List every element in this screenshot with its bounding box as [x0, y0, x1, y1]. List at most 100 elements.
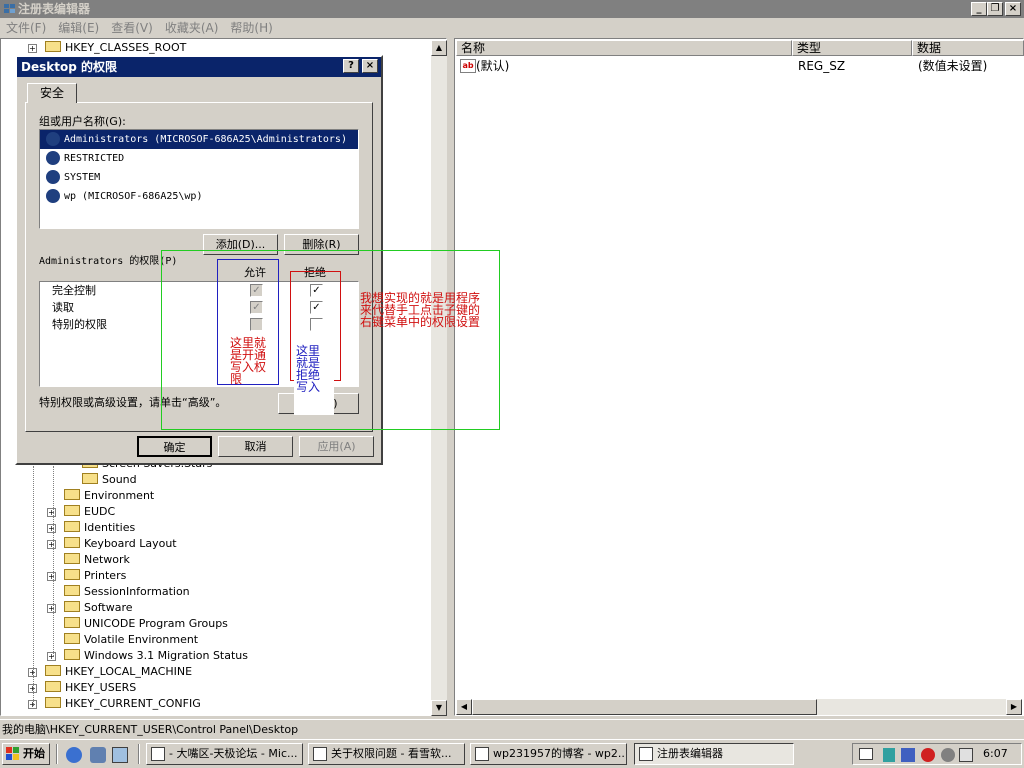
user-group-icon: [46, 132, 60, 146]
apply-button[interactable]: 应用(A): [299, 436, 374, 457]
menu-item[interactable]: 查看(V): [111, 21, 153, 35]
column-header-type[interactable]: 类型: [792, 40, 912, 56]
permission-name: 完全控制: [52, 284, 96, 297]
task-app-icon: [313, 747, 327, 761]
permissions-label: Administrators 的权限(P): [39, 256, 178, 267]
user-group-icon: [46, 189, 60, 203]
clock[interactable]: 6:07: [983, 746, 1008, 762]
ie-quicklaunch-icon[interactable]: [66, 747, 82, 763]
user-list-item[interactable]: wp (MICROSOF-686A25\wp): [40, 187, 358, 206]
close-button[interactable]: ×: [1005, 2, 1021, 16]
annotation-deny-note: 这里就是拒绝写入: [296, 344, 321, 394]
user-list-item[interactable]: SYSTEM: [40, 168, 358, 187]
regedit-app-icon: [3, 2, 16, 15]
help-button[interactable]: ?: [343, 59, 359, 73]
tree-item[interactable]: UNICODE Program Groups: [2, 616, 430, 632]
tree-root-list: + HKEY_LOCAL_MACHINE + HKEY_USERS + HKEY_CURR…: [2, 664, 430, 712]
tree-item[interactable]: Environment: [2, 488, 430, 504]
user-name: SYSTEM: [64, 172, 101, 183]
device-icon[interactable]: [959, 748, 973, 762]
tree-item[interactable]: Sound: [2, 472, 430, 488]
tree-item-label: Sound: [102, 473, 137, 486]
expand-toggle[interactable]: +: [47, 604, 56, 613]
tree-item[interactable]: + Identities: [2, 520, 430, 536]
folder-icon: [64, 601, 80, 612]
taskbar: 开始 - 大嘴区-天极论坛 - Mic... 关于权限问题 - 看雪软... wp2…: [0, 739, 1024, 768]
scroll-thumb[interactable]: [472, 699, 817, 715]
folder-icon: [45, 665, 61, 676]
tree-item[interactable]: + HKEY_CURRENT_CONFIG: [2, 696, 430, 712]
tree-item[interactable]: + EUDC: [2, 504, 430, 520]
tree-item-label: SessionInformation: [84, 585, 190, 598]
scroll-down-button[interactable]: ▼: [431, 700, 447, 716]
tree-item[interactable]: + HKEY_LOCAL_MACHINE: [2, 664, 430, 680]
tree-item-label: EUDC: [84, 505, 116, 518]
taskbar-separator: [138, 744, 140, 764]
keyboard-icon[interactable]: [859, 748, 873, 760]
tree-item[interactable]: SessionInformation: [2, 584, 430, 600]
menu-item[interactable]: 文件(F): [6, 21, 46, 35]
tree-guide-line: [53, 466, 54, 656]
menu-item[interactable]: 收藏夹(A): [165, 21, 219, 35]
desktop-quicklaunch-icon[interactable]: [112, 747, 128, 763]
ok-button[interactable]: 确定: [137, 436, 212, 457]
taskbar-button[interactable]: wp231957的博客 - wp2...: [470, 743, 627, 765]
tree-item[interactable]: Network: [2, 552, 430, 568]
expand-toggle[interactable]: +: [47, 524, 56, 533]
scroll-up-button[interactable]: ▲: [431, 40, 447, 56]
tree-item-label: HKEY_CLASSES_ROOT: [65, 41, 187, 54]
monitor-icon[interactable]: [901, 748, 915, 762]
dialog-title-bar: Desktop 的权限: [17, 57, 381, 77]
expand-toggle[interactable]: +: [47, 652, 56, 661]
cancel-button[interactable]: 取消: [218, 436, 293, 457]
restore-button[interactable]: ❐: [987, 2, 1003, 16]
dialog-title: Desktop 的权限: [21, 60, 117, 74]
expand-toggle[interactable]: +: [28, 44, 37, 53]
taskbar-button[interactable]: 注册表编辑器: [634, 743, 794, 765]
tree-item[interactable]: + HKEY_USERS: [2, 680, 430, 696]
scroll-left-button[interactable]: ◀: [456, 699, 472, 715]
tree-item[interactable]: + HKEY_CLASSES_ROOT: [2, 40, 430, 56]
minimize-button[interactable]: _: [971, 2, 987, 16]
tree-item[interactable]: + Software: [2, 600, 430, 616]
expand-toggle[interactable]: +: [47, 572, 56, 581]
start-button[interactable]: 开始: [2, 743, 50, 765]
user-name: wp (MICROSOF-686A25\wp): [64, 191, 203, 202]
menu-bar: 文件(F) 编辑(E) 查看(V) 收藏夹(A) 帮助(H): [0, 18, 1024, 38]
tree-item[interactable]: + Printers: [2, 568, 430, 584]
task-label: - 大嘴区-天极论坛 - Mic...: [169, 747, 298, 760]
tree-guide-line: [33, 466, 34, 706]
user-name: Administrators (MICROSOF-686A25\Administ…: [64, 134, 347, 145]
speaker-icon[interactable]: [941, 748, 955, 762]
group-label: 组或用户名称(G):: [39, 115, 126, 128]
expand-toggle[interactable]: +: [47, 540, 56, 549]
menu-item[interactable]: 帮助(H): [230, 21, 272, 35]
tab-security[interactable]: 安全: [27, 83, 77, 103]
media-quicklaunch-icon[interactable]: [90, 747, 106, 763]
user-list-item[interactable]: RESTRICTED: [40, 149, 358, 168]
windows-logo-icon: [6, 747, 19, 760]
value-row[interactable]: ab (默认) REG_SZ (数值未设置): [458, 57, 1018, 75]
expand-toggle[interactable]: +: [47, 508, 56, 517]
tree-item[interactable]: Volatile Environment: [2, 632, 430, 648]
column-header-data[interactable]: 数据: [912, 40, 1024, 56]
scroll-right-button[interactable]: ▶: [1006, 699, 1022, 715]
registry-value-pane[interactable]: [454, 38, 1024, 716]
tree-item[interactable]: + Keyboard Layout: [2, 536, 430, 552]
status-path: 我的电脑\HKEY_CURRENT_USER\Control Panel\Des…: [2, 723, 299, 736]
tree-item-label: Keyboard Layout: [84, 537, 177, 550]
user-list-item[interactable]: Administrators (MICROSOF-686A25\Administ…: [40, 130, 358, 149]
folder-icon: [64, 585, 80, 596]
tree-child-list: Environment + EUDC + Identities + Keyboard Lay…: [2, 488, 430, 664]
menu-item[interactable]: 编辑(E): [58, 21, 99, 35]
users-listbox[interactable]: Administrators (MICROSOF-686A25\Administ…: [39, 129, 359, 229]
antivirus-icon[interactable]: [921, 748, 935, 762]
task-label: wp231957的博客 - wp2...: [493, 747, 627, 760]
tree-item[interactable]: + Windows 3.1 Migration Status: [2, 648, 430, 664]
column-header-name[interactable]: 名称: [456, 40, 792, 56]
dialog-close-button[interactable]: ×: [362, 59, 378, 73]
tree-item-label: Environment: [84, 489, 155, 502]
network-icon[interactable]: [883, 748, 895, 762]
taskbar-button[interactable]: - 大嘴区-天极论坛 - Mic...: [146, 743, 303, 765]
taskbar-button[interactable]: 关于权限问题 - 看雪软...: [308, 743, 465, 765]
